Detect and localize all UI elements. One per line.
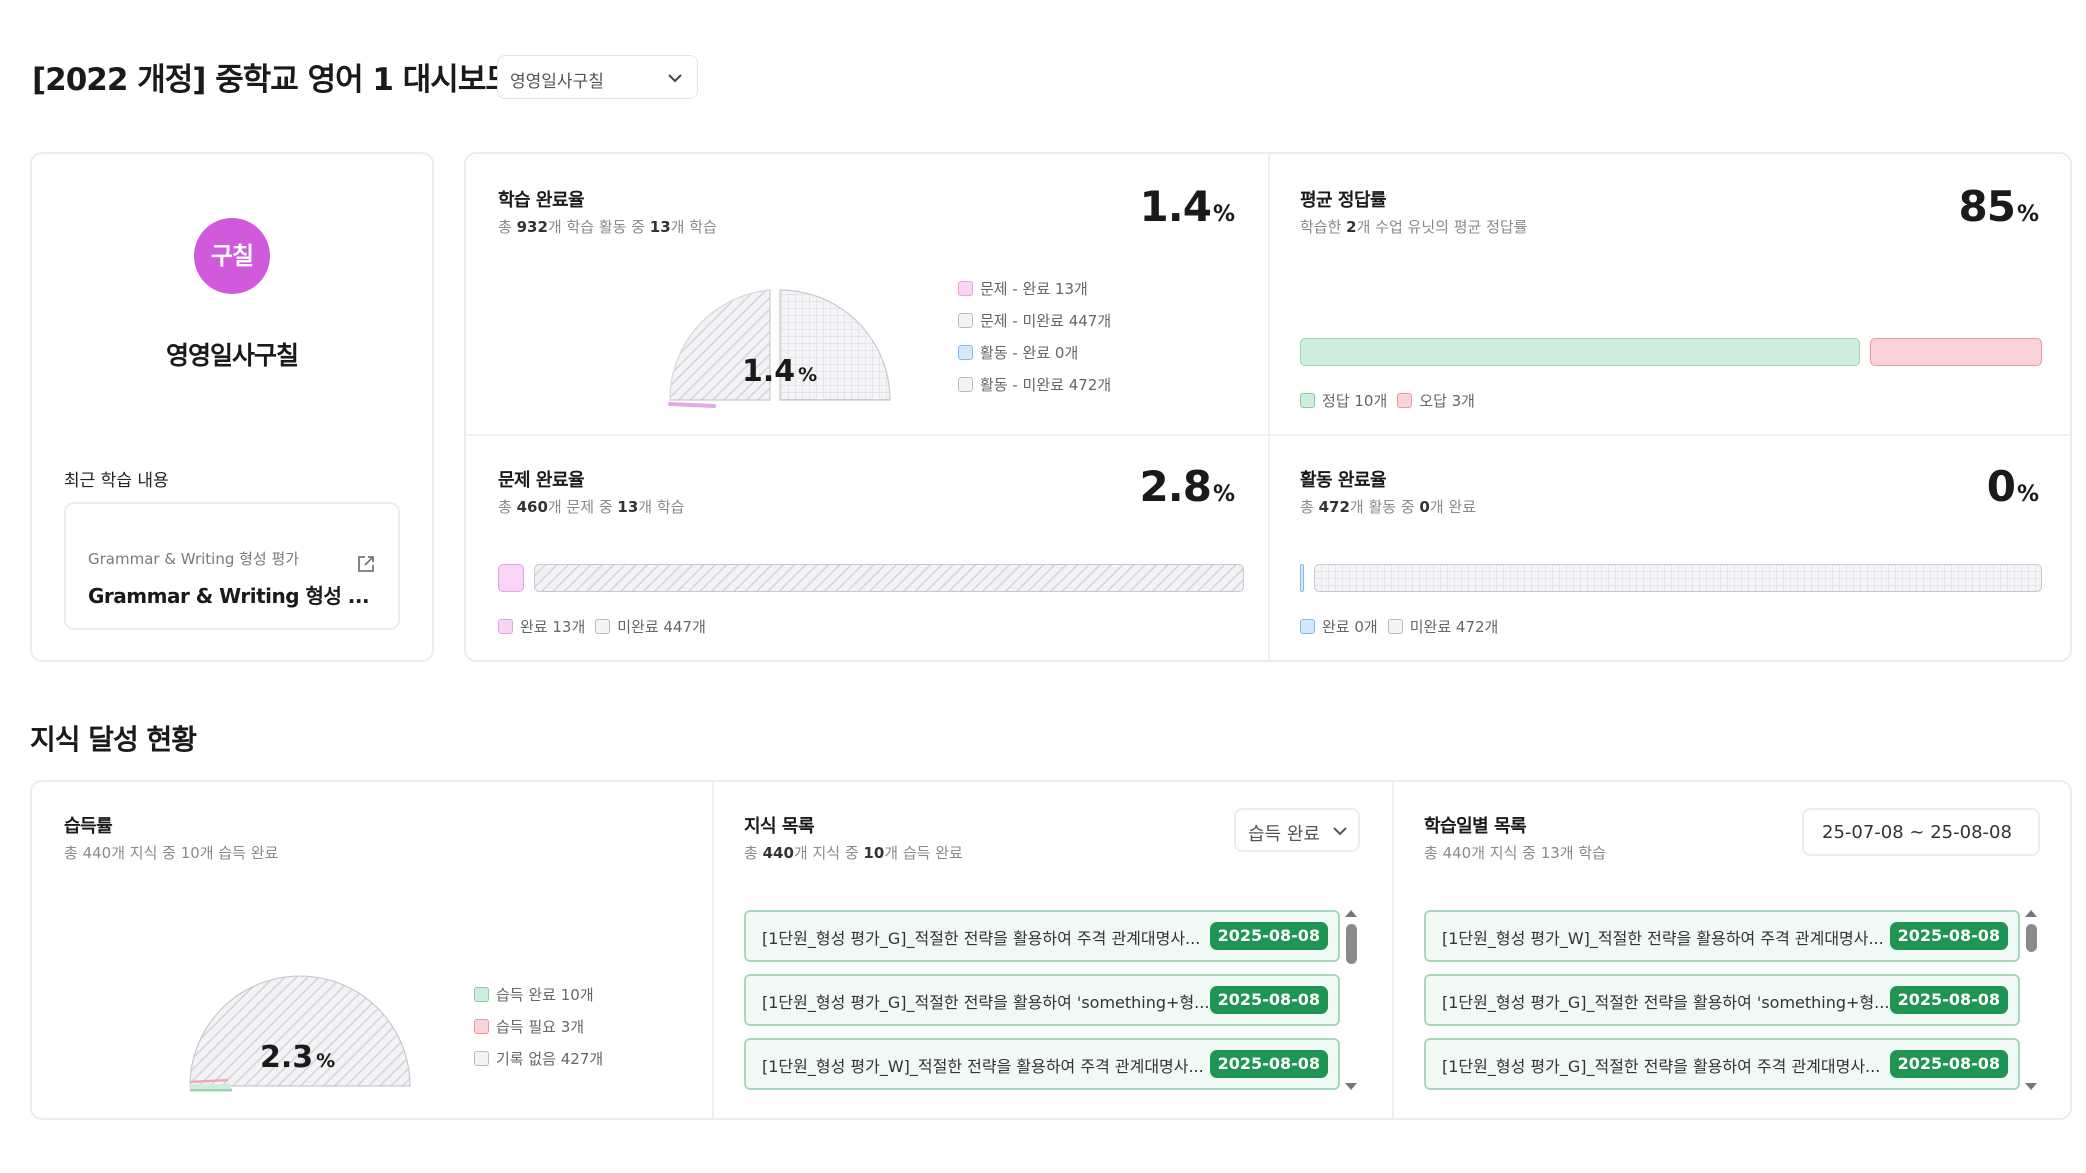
legend-swatch: [1300, 392, 1315, 408]
recent-learning-subtitle: Grammar & Writing 형성 평가: [88, 550, 300, 568]
daily-list-title: 학습일별 목록: [1424, 816, 1527, 837]
correct-bar: [1300, 338, 1860, 366]
problem-incomplete-bar: [534, 564, 1244, 592]
daily-list-scrollbar[interactable]: [2024, 908, 2038, 1092]
date-range-value: 25-07-08 ~ 25-08-08: [1822, 822, 2012, 843]
legend-swatch: [474, 986, 489, 1002]
profile-name: 영영일사구칠: [165, 341, 299, 370]
learning-completion-gauge: [668, 289, 891, 408]
avatar: 구칠: [194, 218, 270, 294]
scrollbar-thumb[interactable]: [2026, 924, 2037, 952]
scroll-up-arrow-icon[interactable]: [2024, 908, 2038, 918]
scroll-up-arrow-icon[interactable]: [1344, 908, 1358, 918]
activity-completion-value: 0%: [1986, 462, 2039, 511]
learning-completion-subtitle: 총 932개 학습 활동 중 13개 학습: [498, 218, 717, 236]
knowledge-list-item[interactable]: [1단원_형성 평가_G]_적절한 전략을 활용하여 주격 관계대명사... 2…: [744, 910, 1340, 962]
daily-list-item[interactable]: [1단원_형성 평가_G]_적절한 전략을 활용하여 주격 관계대명사... 2…: [1424, 1038, 2020, 1090]
learning-completion-gauge-label: 1.4%: [742, 354, 818, 389]
problem-complete-bar: [498, 564, 524, 592]
daily-item-date-badge: 2025-08-08: [1889, 1050, 2008, 1078]
daily-item-date-badge: 2025-08-08: [1889, 986, 2008, 1014]
acquisition-subtitle: 총 440개 지식 중 10개 습득 완료: [64, 844, 279, 862]
activity-completion-title: 활동 완료율: [1300, 470, 1387, 491]
learning-completion-value: 1.4%: [1139, 182, 1235, 231]
class-select-value: 영영일사구칠: [510, 72, 604, 92]
problem-completion-value: 2.8%: [1139, 462, 1235, 511]
knowledge-filter-dropdown[interactable]: 습득 완료: [1234, 808, 1360, 852]
daily-list-subtitle: 총 440개 지식 중 13개 학습: [1424, 844, 1606, 862]
legend-swatch: [958, 344, 973, 360]
legend-swatch: [474, 1050, 489, 1066]
knowledge-list-title: 지식 목록: [744, 816, 815, 837]
legend-swatch: [498, 618, 513, 634]
stats-card: 학습 완료율 총 932개 학습 활동 중 13개 학습 1.4% 1.4% 문…: [464, 152, 2072, 662]
avg-accuracy-subtitle: 학습한 2개 수업 유닛의 평균 정답률: [1300, 218, 1528, 236]
knowledge-item-date-badge: 2025-08-08: [1209, 1050, 1328, 1078]
recent-learning-title: 최근 학습 내용: [64, 471, 169, 491]
scrollbar-thumb[interactable]: [1346, 924, 1357, 964]
legend-swatch: [1397, 392, 1413, 408]
section-title: 지식 달성 현황: [30, 723, 197, 756]
daily-item-text: [1단원_형성 평가_W]_적절한 전략을 활용하여 주격 관계대명사...: [1442, 929, 1884, 948]
knowledge-item-text: [1단원_형성 평가_G]_적절한 전략을 활용하여 'something+형.…: [762, 993, 1210, 1012]
activity-completion-legend: 완료 0개 미완료 472개: [1300, 610, 1508, 642]
recent-learning-item[interactable]: Grammar & Writing 형성 평가 Grammar & Writin…: [64, 502, 400, 630]
legend-swatch: [1387, 618, 1403, 634]
class-select-dropdown[interactable]: 영영일사구칠: [497, 55, 698, 99]
knowledge-list-scrollbar[interactable]: [1344, 908, 1358, 1092]
acquisition-gauge: [189, 975, 411, 1092]
divider: [466, 434, 2070, 436]
knowledge-card: 습득률 총 440개 지식 중 10개 습득 완료 2.3% 습득 완료 10개…: [30, 780, 2072, 1120]
external-link-icon[interactable]: [356, 554, 376, 574]
activity-completion-subtitle: 총 472개 활동 중 0개 완료: [1300, 498, 1477, 516]
avg-accuracy-value: 85%: [1958, 182, 2040, 231]
legend-swatch: [1300, 618, 1315, 634]
chevron-down-icon: [668, 74, 682, 83]
acquisition-title: 습득률: [64, 816, 113, 837]
avg-accuracy-legend: 정답 10개 오답 3개: [1300, 384, 1485, 416]
avg-accuracy-title: 평균 정답률: [1300, 190, 1387, 211]
knowledge-item-text: [1단원_형성 평가_W]_적절한 전략을 활용하여 주격 관계대명사...: [762, 1057, 1204, 1076]
page-title: [2022 개정] 중학교 영어 1 대시보드: [32, 62, 514, 98]
daily-list-item[interactable]: [1단원_형성 평가_G]_적절한 전략을 활용하여 'something+형.…: [1424, 974, 2020, 1026]
knowledge-item-date-badge: 2025-08-08: [1209, 922, 1328, 950]
chevron-down-icon: [1333, 827, 1347, 836]
daily-item-text: [1단원_형성 평가_G]_적절한 전략을 활용하여 'something+형.…: [1442, 993, 1890, 1012]
daily-list-item[interactable]: [1단원_형성 평가_W]_적절한 전략을 활용하여 주격 관계대명사... 2…: [1424, 910, 2020, 962]
acquisition-gauge-label: 2.3%: [260, 1040, 336, 1075]
knowledge-list-item[interactable]: [1단원_형성 평가_W]_적절한 전략을 활용하여 주격 관계대명사... 2…: [744, 1038, 1340, 1090]
problem-completion-legend: 완료 13개 미완료 447개: [498, 610, 716, 642]
knowledge-list-item[interactable]: [1단원_형성 평가_G]_적절한 전략을 활용하여 'something+형.…: [744, 974, 1340, 1026]
activity-complete-bar: [1300, 564, 1304, 592]
knowledge-item-date-badge: 2025-08-08: [1209, 986, 1328, 1014]
knowledge-item-text: [1단원_형성 평가_G]_적절한 전략을 활용하여 주격 관계대명사...: [762, 929, 1201, 948]
legend-swatch: [958, 312, 973, 328]
daily-item-date-badge: 2025-08-08: [1889, 922, 2008, 950]
profile-card: 구칠 영영일사구칠 최근 학습 내용 Grammar & Writing 형성 …: [30, 152, 434, 662]
problem-completion-subtitle: 총 460개 문제 중 13개 학습: [498, 498, 685, 516]
acquisition-legend: 습득 완료 10개 습득 필요 3개 기록 없음 427개: [474, 978, 603, 1074]
wrong-bar: [1870, 338, 2042, 366]
scroll-down-arrow-icon[interactable]: [1344, 1082, 1358, 1092]
problem-completion-title: 문제 완료율: [498, 470, 585, 491]
legend-swatch: [958, 280, 973, 296]
legend-swatch: [474, 1018, 489, 1034]
date-range-picker[interactable]: 25-07-08 ~ 25-08-08: [1802, 808, 2040, 856]
legend-swatch: [595, 618, 611, 634]
legend-swatch: [958, 376, 973, 392]
learning-completion-legend: 문제 - 완료 13개 문제 - 미완료 447개 활동 - 완료 0개 활동 …: [958, 272, 1111, 400]
knowledge-filter-value: 습득 완료: [1248, 824, 1320, 845]
daily-item-text: [1단원_형성 평가_G]_적절한 전략을 활용하여 주격 관계대명사...: [1442, 1057, 1881, 1076]
learning-completion-title: 학습 완료율: [498, 190, 585, 211]
activity-incomplete-bar: [1314, 564, 2042, 592]
divider: [712, 782, 714, 1118]
scroll-down-arrow-icon[interactable]: [2024, 1082, 2038, 1092]
divider: [1392, 782, 1394, 1118]
recent-learning-title-text: Grammar & Writing 형성 ...: [88, 584, 370, 608]
knowledge-list-subtitle: 총 440개 지식 중 10개 습득 완료: [744, 844, 963, 862]
divider: [1268, 154, 1270, 660]
